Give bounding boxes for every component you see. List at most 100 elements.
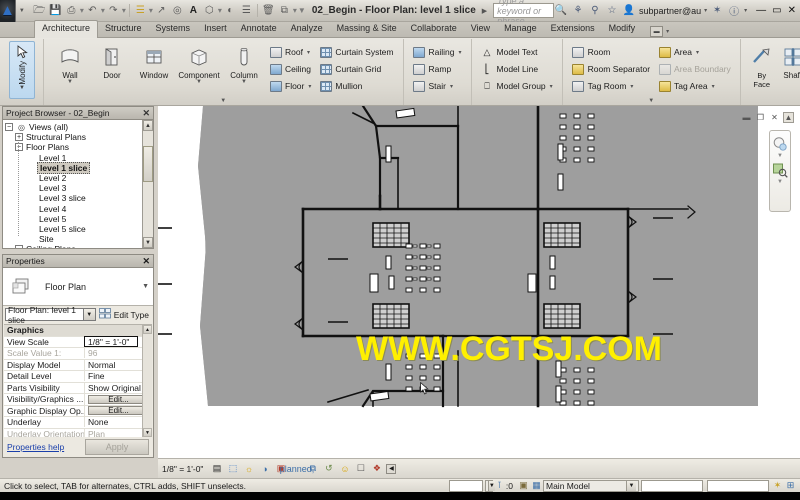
ribbon-minimize-icon[interactable]: ▬: [650, 26, 664, 37]
section-icon[interactable]: ◐: [223, 3, 238, 18]
ribbon-tab-structure[interactable]: Structure: [98, 21, 149, 37]
search-input[interactable]: Type a keyword or phrase: [493, 0, 554, 26]
tree-node-level-4[interactable]: Level 4: [5, 204, 153, 214]
stair-dropdown-icon[interactable]: ▾: [450, 83, 453, 90]
ribbon-tab-systems[interactable]: Systems: [149, 21, 198, 37]
redo-icon[interactable]: ↷: [106, 3, 121, 18]
area-dropdown-icon[interactable]: ▾: [696, 49, 699, 56]
visibility-graphics-edit-button[interactable]: Edit...: [88, 394, 149, 404]
ribbon-tab-architecture[interactable]: Architecture: [34, 20, 99, 38]
ribbon-tab-view[interactable]: View: [464, 21, 497, 37]
model-line-button[interactable]: ⎣ Model Line: [479, 61, 555, 77]
close-button[interactable]: ✕: [788, 5, 796, 16]
ribbon-tab-analyze[interactable]: Analyze: [284, 21, 330, 37]
user-dropdown-icon[interactable]: ▾: [704, 7, 707, 14]
status-small-field-1[interactable]: [448, 479, 483, 492]
roof-button[interactable]: Roof ▾: [267, 44, 313, 60]
room-area-panel-expander-icon[interactable]: ▼: [648, 98, 654, 104]
reveal-hidden-elements-icon[interactable]: ☐: [354, 462, 367, 475]
modify-dropdown-icon[interactable]: ▼: [19, 85, 25, 91]
application-menu-button[interactable]: ▲: [0, 0, 16, 22]
expander-icon[interactable]: +: [15, 133, 23, 142]
help-dropdown-icon[interactable]: ▾: [744, 7, 747, 14]
column-dropdown-icon[interactable]: ▼: [241, 79, 247, 85]
wall-dropdown-icon[interactable]: ▼: [67, 79, 73, 85]
mullion-button[interactable]: Mullion: [317, 78, 395, 94]
status-combo-dropdown[interactable]: ▼: [484, 479, 495, 492]
roof-dropdown-icon[interactable]: ▾: [307, 49, 310, 56]
ribbon-tab-insert[interactable]: Insert: [197, 21, 234, 37]
ribbon-tab-modify[interactable]: Modify: [602, 21, 643, 37]
sign-in-person-icon[interactable]: 👤: [622, 4, 636, 18]
curtain-system-button[interactable]: Curtain System: [317, 44, 395, 60]
property-row-view-scale[interactable]: View Scale 1/8" = 1'-0": [4, 336, 152, 348]
tree-node-ceiling-plans[interactable]: − Ceiling Plans: [5, 244, 153, 248]
title-overflow-icon[interactable]: ▶: [482, 7, 487, 15]
property-row-detail-level[interactable]: Detail Level Fine: [4, 371, 152, 383]
navigation-bar[interactable]: ▼ ▼: [769, 130, 791, 212]
aligned-dimension-icon[interactable]: ↗: [154, 3, 169, 18]
open-icon[interactable]: 🗁: [32, 3, 47, 18]
design-options-indicator-icon[interactable]: ⊞: [784, 479, 797, 492]
tree-node-level-5[interactable]: Level 5: [5, 214, 153, 224]
subscription-icon[interactable]: ⚘: [571, 4, 585, 18]
sun-path-icon[interactable]: ☼: [242, 462, 255, 475]
property-row-display-model[interactable]: Display Model Normal: [4, 359, 152, 371]
project-browser-close-icon[interactable]: ✕: [142, 108, 150, 119]
status-field-3[interactable]: [707, 479, 769, 492]
build-panel-expander-icon[interactable]: ▼: [220, 98, 226, 104]
tag-area-dropdown-icon[interactable]: ▾: [712, 83, 715, 90]
project-browser-scrollbar[interactable]: ▲ ▼: [142, 120, 153, 248]
expand-view-bar-icon[interactable]: ◀: [386, 463, 397, 474]
print-icon[interactable]: ⎙: [64, 3, 79, 18]
ribbon-tab-extensions[interactable]: Extensions: [544, 21, 602, 37]
help-icon[interactable]: ⓘ: [727, 4, 741, 18]
ribbon-tab-annotate[interactable]: Annotate: [234, 21, 284, 37]
maximize-button[interactable]: ▭: [772, 5, 781, 16]
model-group-dropdown-icon[interactable]: ▾: [550, 83, 553, 90]
edit-type-button[interactable]: Edit Type: [98, 308, 151, 321]
tree-node-level-3[interactable]: Level 3: [5, 183, 153, 193]
favorites-star-icon[interactable]: ☆: [605, 4, 619, 18]
wall-button[interactable]: Wall ▼: [49, 42, 91, 85]
save-icon[interactable]: 💾: [48, 3, 63, 18]
property-row-underlay[interactable]: Underlay None: [4, 417, 152, 429]
room-separator-button[interactable]: Room Separator: [570, 61, 652, 77]
qat-customize-icon[interactable]: ▼: [298, 6, 306, 15]
thin-lines-icon[interactable]: ☰: [239, 3, 254, 18]
design-option-combo[interactable]: Main Model ▼: [543, 479, 639, 492]
properties-table[interactable]: Graphics View Scale 1/8" = 1'-0" Scale V…: [4, 324, 152, 437]
search-binoculars-icon[interactable]: 🔍: [554, 4, 568, 18]
scroll-down-icon[interactable]: ▼: [143, 237, 153, 248]
ribbon-minimize-dropdown-icon[interactable]: ▾: [666, 28, 669, 35]
zoom-dropdown-icon[interactable]: ▼: [777, 179, 783, 185]
floor-dropdown-icon[interactable]: ▾: [308, 83, 311, 90]
tag-area-button[interactable]: Tag Area ▾: [656, 78, 733, 94]
tree-node-views-all[interactable]: − ◎ Views (all): [5, 122, 153, 132]
properties-scroll-up-icon[interactable]: ▲: [143, 325, 152, 334]
print-dropdown-icon[interactable]: ▾: [80, 6, 84, 15]
design-option-dropdown-icon[interactable]: ▼: [626, 480, 636, 491]
show-crop-region-icon[interactable]: ⧉: [306, 462, 319, 475]
properties-help-link[interactable]: Properties help: [7, 442, 64, 452]
unlock-3d-view-icon[interactable]: ↺: [322, 462, 335, 475]
tree-node-structural-plans[interactable]: + Structural Plans: [5, 132, 153, 142]
close-hidden-windows-icon[interactable]: 🗑: [261, 3, 276, 18]
close-view-icon[interactable]: ✕: [769, 112, 780, 123]
property-row-graphic-display-options[interactable]: Graphic Display Op... Edit...: [4, 405, 152, 417]
ribbon-tab-manage[interactable]: Manage: [497, 21, 544, 37]
qat-dropdown-icon[interactable]: ▼: [16, 8, 28, 14]
floor-button[interactable]: Floor ▾: [267, 78, 313, 94]
minimize-view-icon[interactable]: ▬: [741, 112, 752, 123]
measure-dropdown-icon[interactable]: ▾: [149, 6, 153, 15]
worksets-indicator-icon[interactable]: ✶: [771, 479, 784, 492]
drawing-canvas[interactable]: ▬ ❐ ✕ ▲ ▼ ▼ WWW.CGTSJ.COM: [158, 106, 800, 458]
property-row-visibility-graphics[interactable]: Visibility/Graphics ... Edit...: [4, 393, 152, 406]
chevron-down-icon[interactable]: ▼: [487, 480, 495, 491]
railing-dropdown-icon[interactable]: ▾: [459, 49, 462, 56]
project-browser-tree[interactable]: − ◎ Views (all) + Structural Plans − Flo…: [2, 119, 154, 249]
graphic-display-options-edit-button[interactable]: Edit...: [88, 406, 149, 416]
scrollbar-thumb[interactable]: [143, 146, 153, 182]
type-selector-dropdown-icon[interactable]: ▼: [82, 309, 95, 320]
component-dropdown-icon[interactable]: ▼: [196, 79, 202, 85]
